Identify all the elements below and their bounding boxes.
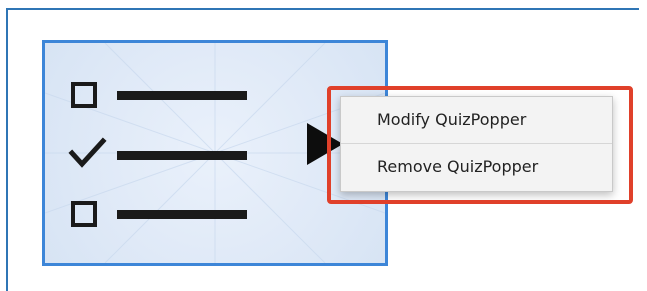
- answer-line-1: [117, 91, 247, 100]
- modify-quizpopper-menu-item[interactable]: Modify QuizPopper: [341, 97, 612, 143]
- remove-quizpopper-menu-item[interactable]: Remove QuizPopper: [341, 144, 612, 190]
- empty-checkbox-icon: [71, 82, 97, 108]
- quizpopper-context-menu: Modify QuizPopper Remove QuizPopper: [340, 96, 613, 192]
- empty-checkbox-icon: [71, 201, 97, 227]
- frame-left-border: [6, 8, 8, 291]
- answer-line-2: [117, 151, 247, 160]
- triangle-pointer-icon: [307, 123, 343, 165]
- answer-line-3: [117, 210, 247, 219]
- frame-top-border: [6, 8, 639, 10]
